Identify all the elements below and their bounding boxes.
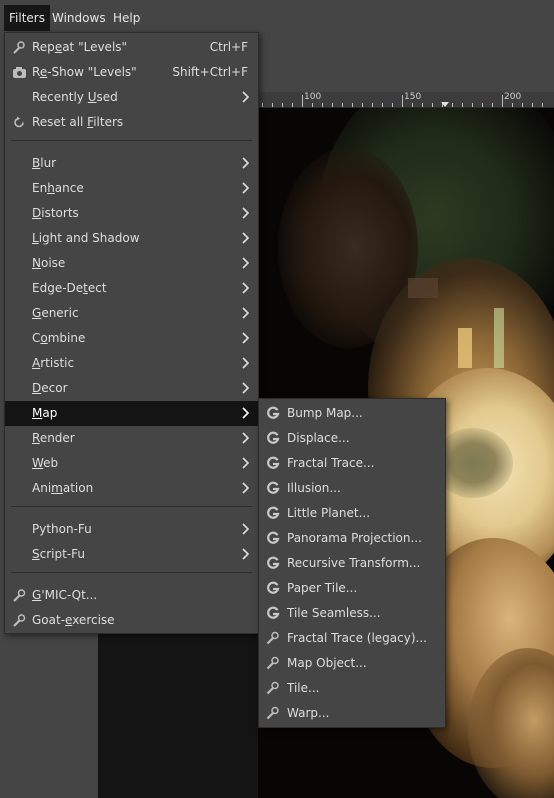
chevron-right-icon xyxy=(242,91,250,103)
menu-item-reshow-levels[interactable]: Re-Show "Levels" Shift+Ctrl+F xyxy=(5,60,258,85)
chevron-right-icon xyxy=(242,157,250,169)
shortcut-label: Ctrl+F xyxy=(209,40,248,54)
menu-item-blur[interactable]: Blur xyxy=(5,151,258,176)
menu-item-noise[interactable]: Noise xyxy=(5,251,258,276)
menu-item-reset-all-filters[interactable]: Reset all Filters xyxy=(5,110,258,135)
horizontal-ruler[interactable]: 100 150 200 xyxy=(258,92,554,108)
menu-item-decor[interactable]: Decor xyxy=(5,376,258,401)
menu-item-map-object[interactable]: Map Object... xyxy=(259,651,445,676)
menu-item-edge-detect[interactable]: Edge-Detect xyxy=(5,276,258,301)
chevron-right-icon xyxy=(242,282,250,294)
gegl-icon xyxy=(267,431,280,444)
menu-item-bump-map[interactable]: Bump Map... xyxy=(259,401,445,426)
menu-filters[interactable]: Filters xyxy=(4,5,50,31)
chevron-right-icon xyxy=(242,407,250,419)
menu-windows[interactable]: Windows xyxy=(47,5,111,31)
gegl-icon xyxy=(267,481,280,494)
chevron-right-icon xyxy=(242,207,250,219)
reshow-icon xyxy=(13,67,26,78)
menu-item-artistic[interactable]: Artistic xyxy=(5,351,258,376)
chevron-right-icon xyxy=(242,457,250,469)
menu-item-displace[interactable]: Displace... xyxy=(259,426,445,451)
menu-item-recently-used[interactable]: Recently Used xyxy=(5,85,258,110)
menu-item-script-fu[interactable]: Script-Fu xyxy=(5,542,258,567)
menu-item-distorts[interactable]: Distorts xyxy=(5,201,258,226)
chevron-right-icon xyxy=(242,523,250,535)
reset-icon xyxy=(14,116,24,128)
menu-item-tile[interactable]: Tile... xyxy=(259,676,445,701)
menu-item-repeat-levels[interactable]: Repeat "Levels" Ctrl+F xyxy=(5,35,258,60)
gegl-icon xyxy=(267,556,280,569)
menu-item-map[interactable]: Map xyxy=(5,401,258,426)
menu-help[interactable]: Help xyxy=(108,5,145,31)
menu-separator xyxy=(11,140,252,141)
menu-item-tile-seamless[interactable]: Tile Seamless... xyxy=(259,601,445,626)
ruler-label: 150 xyxy=(404,92,422,102)
ruler-label: 100 xyxy=(304,92,322,102)
menu-item-recursive-transform[interactable]: Recursive Transform... xyxy=(259,551,445,576)
gegl-icon xyxy=(267,581,280,594)
menu-item-goat-exercise[interactable]: Goat-exercise xyxy=(5,608,258,633)
gegl-icon xyxy=(267,606,280,619)
plugin-icon xyxy=(266,631,279,645)
chevron-right-icon xyxy=(242,382,250,394)
menu-item-animation[interactable]: Animation xyxy=(5,476,258,501)
plugin-icon xyxy=(266,656,279,670)
gegl-icon xyxy=(267,531,280,544)
shortcut-label: Shift+Ctrl+F xyxy=(172,65,248,79)
menu-item-fractal-trace[interactable]: Fractal Trace... xyxy=(259,451,445,476)
menu-separator xyxy=(11,506,252,507)
menu-item-light-and-shadow[interactable]: Light and Shadow xyxy=(5,226,258,251)
chevron-right-icon xyxy=(242,307,250,319)
menu-item-little-planet[interactable]: Little Planet... xyxy=(259,501,445,526)
menu-item-gmic-qt[interactable]: G'MIC-Qt... xyxy=(5,583,258,608)
filters-menu: Repeat "Levels" Ctrl+F Re-Show "Levels" … xyxy=(4,32,259,634)
plugin-icon xyxy=(266,706,279,720)
ruler-label: 200 xyxy=(504,92,522,102)
menu-item-python-fu[interactable]: Python-Fu xyxy=(5,517,258,542)
pointer-position-marker xyxy=(441,102,449,107)
plugin-icon xyxy=(266,681,279,695)
chevron-right-icon xyxy=(242,548,250,560)
chevron-right-icon xyxy=(242,432,250,444)
menu-item-web[interactable]: Web xyxy=(5,451,258,476)
gegl-icon xyxy=(267,506,280,519)
repeat-icon xyxy=(13,41,25,54)
menu-item-illusion[interactable]: Illusion... xyxy=(259,476,445,501)
chevron-right-icon xyxy=(242,232,250,244)
menu-separator xyxy=(11,572,252,573)
chevron-right-icon xyxy=(242,257,250,269)
gimp-window: Filters Windows Help 100 150 200 Repeat … xyxy=(0,0,554,798)
menu-item-panorama-projection[interactable]: Panorama Projection... xyxy=(259,526,445,551)
canvas-padding xyxy=(98,634,258,798)
menu-item-warp[interactable]: Warp... xyxy=(259,701,445,726)
plugin-icon xyxy=(13,589,26,602)
chevron-right-icon xyxy=(242,332,250,344)
menu-item-render[interactable]: Render xyxy=(5,426,258,451)
menu-item-combine[interactable]: Combine xyxy=(5,326,258,351)
plugin-icon xyxy=(13,614,26,627)
chevron-right-icon xyxy=(242,182,250,194)
chevron-right-icon xyxy=(242,482,250,494)
menu-item-paper-tile[interactable]: Paper Tile... xyxy=(259,576,445,601)
menu-item-generic[interactable]: Generic xyxy=(5,301,258,326)
menu-item-enhance[interactable]: Enhance xyxy=(5,176,258,201)
chevron-right-icon xyxy=(242,357,250,369)
menu-item-fractal-trace-legacy[interactable]: Fractal Trace (legacy)... xyxy=(259,626,445,651)
gegl-icon xyxy=(267,406,280,419)
gegl-icon xyxy=(267,456,280,469)
map-submenu: Bump Map... Displace... Fractal Trace...… xyxy=(258,398,446,728)
menubar: Filters Windows Help xyxy=(0,0,554,32)
